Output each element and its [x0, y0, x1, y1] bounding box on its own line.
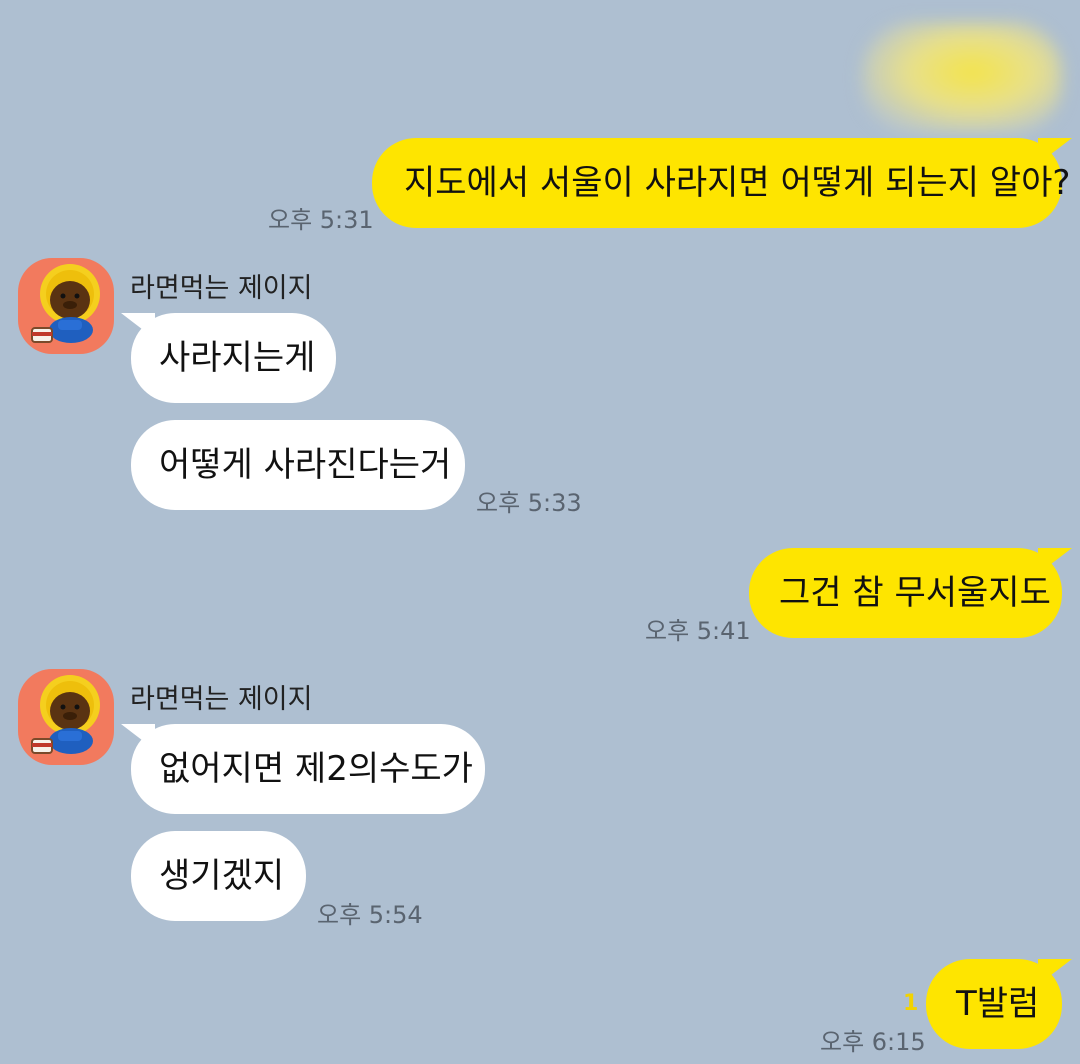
sender-name[interactable]: 라면먹는 제이지	[130, 266, 312, 305]
my-message-bubble[interactable]: T발럼	[926, 959, 1072, 1049]
message-text: 그건 참 무서울지도	[779, 573, 1051, 613]
message-time: 오후 5:31	[268, 206, 374, 234]
message-text: T발럼	[956, 984, 1040, 1024]
message-text: 지도에서 서울이 사라지면 어떻게 되는지 알아?	[404, 163, 1071, 203]
my-message-bubble[interactable]: 지도에서 서울이 사라지면 어떻게 되는지 알아?	[372, 138, 1072, 228]
other-message-bubble[interactable]: 어떻게 사라진다는거	[131, 420, 465, 510]
unread-count: 1	[903, 991, 919, 1016]
message-text: 어떻게 사라진다는거	[159, 445, 452, 485]
message-text: 사라지는게	[159, 338, 316, 378]
ryan-jay-g-character-icon	[31, 675, 100, 754]
message-time: 오후 5:41	[645, 617, 751, 645]
blurred-message	[862, 22, 1062, 134]
message-time: 오후 6:15	[820, 1028, 926, 1056]
avatar[interactable]	[18, 669, 114, 765]
message-text: 없어지면 제2의수도가	[159, 749, 473, 789]
my-message-bubble[interactable]: 그건 참 무서울지도	[749, 548, 1072, 638]
other-message-bubble[interactable]: 없어지면 제2의수도가	[121, 724, 485, 814]
avatar[interactable]	[18, 258, 114, 354]
message-text: 생기겠지	[159, 856, 285, 896]
ryan-jay-g-character-icon	[31, 264, 100, 343]
other-message-bubble[interactable]: 사라지는게	[121, 313, 336, 403]
chat-room: 오후 5:31 지도에서 서울이 사라지면 어떻게 되는지 알아? 라면먹는 제…	[0, 0, 1080, 1064]
message-time: 오후 5:33	[476, 489, 582, 517]
other-message-bubble[interactable]: 생기겠지	[131, 831, 306, 921]
sender-name[interactable]: 라면먹는 제이지	[130, 677, 312, 716]
message-time: 오후 5:54	[317, 901, 423, 929]
